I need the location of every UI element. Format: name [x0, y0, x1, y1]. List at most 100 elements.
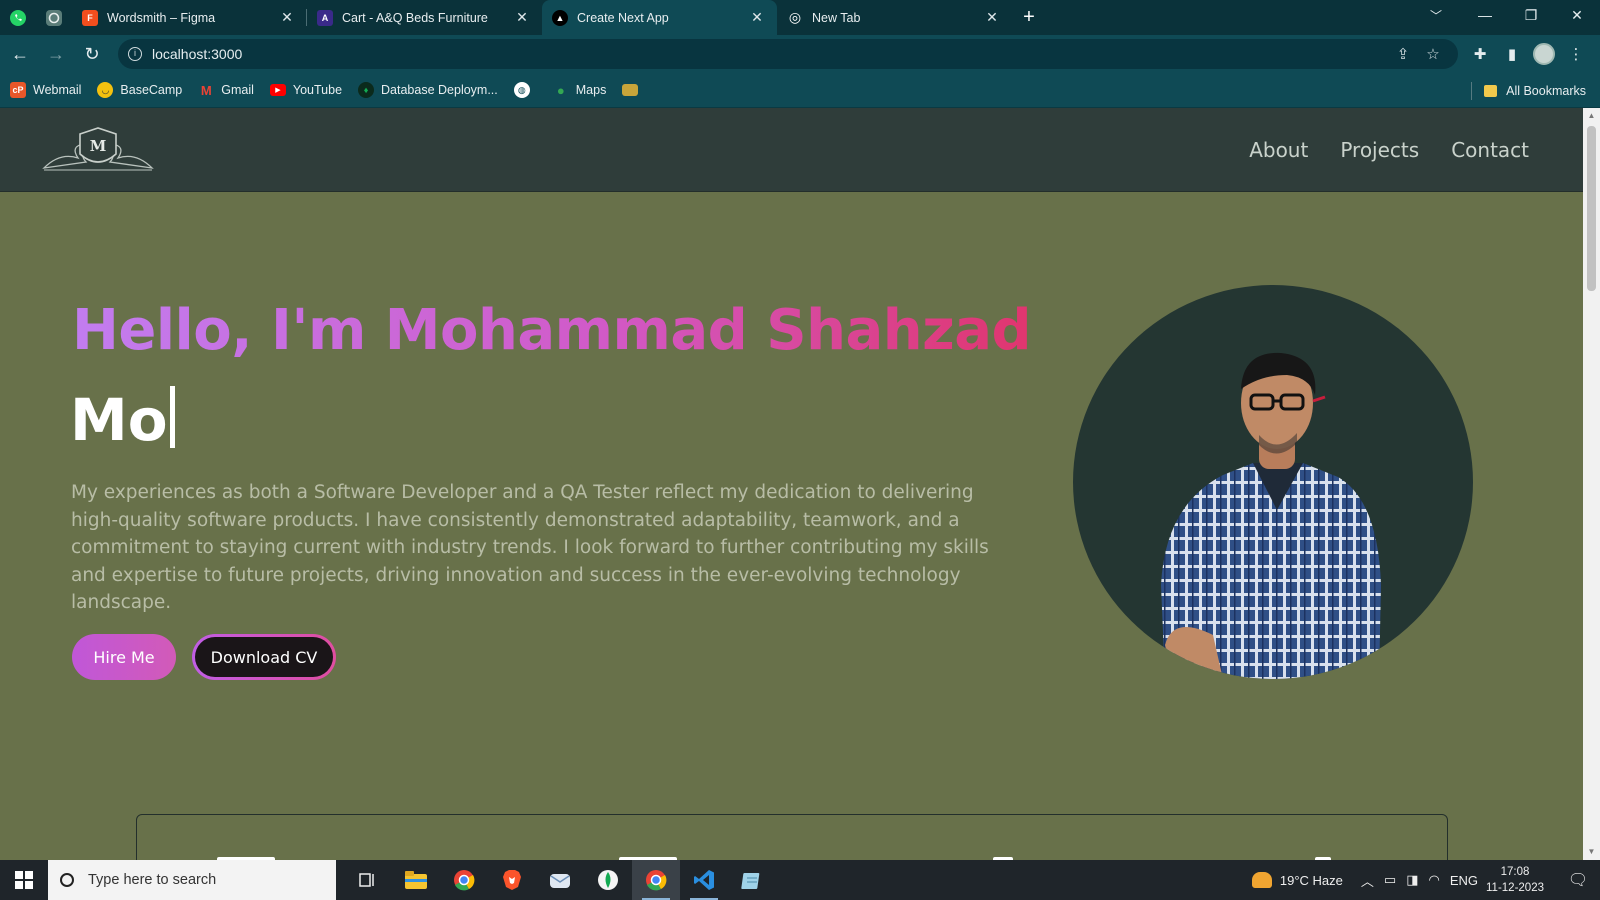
address-bar[interactable]: i localhost:3000 ⇪ ☆	[118, 39, 1458, 69]
scrollbar-thumb[interactable]	[1587, 126, 1596, 291]
tray-chevron-up-icon[interactable]: ︿	[1361, 871, 1374, 890]
page-viewport: M About Projects Contact Hello, I'm Moha…	[0, 108, 1583, 860]
meet-now-icon[interactable]: ◨	[1406, 872, 1418, 888]
close-icon[interactable]: ✕	[279, 9, 295, 26]
all-bookmarks[interactable]: All Bookmarks	[1471, 73, 1586, 108]
menu-kebab-icon[interactable]: ⋮	[1560, 38, 1592, 70]
bookmark-extra[interactable]	[622, 84, 645, 96]
bookmark-gmail[interactable]: M Gmail	[198, 82, 254, 98]
nav-projects[interactable]: Projects	[1340, 138, 1419, 162]
tab-cart[interactable]: A Cart - A&Q Beds Furniture ✕	[307, 0, 542, 35]
close-icon[interactable]: ✕	[749, 9, 765, 26]
mongodb-leaf-icon: ♦	[358, 82, 375, 98]
gmail-icon: M	[200, 82, 212, 98]
scroll-up-arrow-icon[interactable]: ▲	[1583, 108, 1600, 124]
nav-about[interactable]: About	[1249, 138, 1308, 162]
tab-create-next-app[interactable]: ▲ Create Next App ✕	[542, 0, 777, 35]
site-logo[interactable]: M	[40, 124, 156, 174]
share-icon[interactable]: ⇪	[1388, 45, 1418, 63]
weather-widget[interactable]: 19°C Haze	[1251, 872, 1343, 888]
bookmark-youtube[interactable]: ▶ YouTube	[269, 83, 342, 97]
task-view-icon[interactable]	[344, 860, 392, 900]
language-indicator[interactable]: ENG	[1450, 873, 1478, 888]
page-scrollbar[interactable]: ▲ ▼	[1583, 108, 1600, 860]
profile-avatar[interactable]	[1528, 38, 1560, 70]
mail-app-icon[interactable]	[536, 860, 584, 900]
bookmark-database-deployment[interactable]: ♦ Database Deploym...	[358, 82, 498, 98]
close-icon[interactable]: ✕	[514, 9, 530, 26]
webmail-icon: cP	[10, 82, 26, 98]
bookmark-star-icon[interactable]: ☆	[1418, 45, 1448, 63]
reload-icon[interactable]: ↻	[76, 38, 108, 70]
nextjs-icon: ▲	[552, 9, 568, 26]
bookmark-basecamp[interactable]: ◡ BaseCamp	[97, 82, 182, 98]
new-tab-button[interactable]: +	[1012, 0, 1046, 35]
brave-browser-icon[interactable]	[488, 860, 536, 900]
file-explorer-icon[interactable]	[392, 860, 440, 900]
tab-title: Cart - A&Q Beds Furniture	[342, 10, 488, 25]
tab-search-chevron-icon[interactable]: ﹀	[1416, 0, 1456, 30]
windows-taskbar: Type here to search 19°C Haze ︿ ▭ ◨ ◠ EN…	[0, 860, 1600, 900]
notepad-icon[interactable]	[728, 860, 776, 900]
download-cv-button[interactable]: Download CV	[192, 634, 336, 680]
bookmarks-bar: cP Webmail ◡ BaseCamp M Gmail ▶ YouTube …	[0, 73, 1600, 108]
haze-sun-icon	[1251, 872, 1272, 888]
figma-icon: F	[82, 9, 98, 26]
extensions-puzzle-icon[interactable]: ✚	[1464, 38, 1496, 70]
notifications-icon[interactable]: 🗨	[1556, 870, 1600, 890]
chrome-icon[interactable]	[440, 860, 488, 900]
folder-icon	[1484, 84, 1498, 97]
browser-toolbar: ← → ↻ i localhost:3000 ⇪ ☆ ✚ ▮ ⋮	[0, 35, 1600, 73]
monogram-crest-icon: M	[42, 127, 154, 171]
download-cv-label: Download CV	[195, 637, 333, 677]
taskbar-search-box[interactable]: Type here to search	[48, 860, 336, 900]
vscode-icon[interactable]	[680, 860, 728, 900]
basecamp-icon: ◡	[97, 82, 114, 98]
clock[interactable]: 17:08 11-12-2023	[1486, 864, 1544, 896]
forward-arrow-icon[interactable]: →	[40, 38, 72, 70]
clock-time: 17:08	[1500, 866, 1530, 878]
back-arrow-icon[interactable]: ←	[4, 38, 36, 70]
profile-photo	[1073, 285, 1473, 679]
minimize-icon[interactable]: —	[1462, 0, 1508, 30]
stats-card	[136, 814, 1448, 860]
tab-figma[interactable]: F Wordsmith – Figma ✕	[72, 0, 307, 35]
windows-start-icon[interactable]	[0, 860, 48, 900]
wifi-icon[interactable]: ◠	[1429, 872, 1440, 888]
bookmark-site-icon	[622, 84, 639, 96]
battery-icon[interactable]: ▭	[1384, 872, 1396, 888]
system-tray: 19°C Haze ︿ ▭ ◨ ◠ ENG 17:08 11-12-2023 🗨	[1251, 860, 1600, 900]
typing-caret	[169, 386, 175, 448]
mongodb-compass-icon[interactable]	[584, 860, 632, 900]
bookmark-webmail[interactable]: cP Webmail	[10, 82, 81, 98]
bookmark-globe[interactable]: ◍	[513, 82, 537, 98]
bookmark-maps[interactable]: ● Maps	[553, 82, 607, 98]
tab-new-tab[interactable]: ◎ New Tab ✕	[777, 0, 1012, 35]
globe-icon: ◍	[513, 82, 530, 98]
hero-greeting: Hello, I'm Mohammad Shahzad	[72, 298, 1032, 363]
window-close-icon[interactable]: ✕	[1554, 0, 1600, 30]
clock-date: 11-12-2023	[1486, 882, 1544, 894]
aq-beds-icon: A	[317, 9, 333, 26]
close-icon[interactable]: ✕	[984, 9, 1000, 26]
chrome-icon: ◎	[788, 9, 802, 25]
restore-icon[interactable]: ❐	[1508, 0, 1554, 30]
person-portrait-image	[1161, 352, 1381, 679]
tab-title: New Tab	[812, 10, 861, 25]
pinned-tab-whatsapp[interactable]	[0, 0, 36, 35]
tab-title: Create Next App	[577, 10, 669, 25]
maps-pin-icon: ●	[556, 82, 565, 98]
typed-text: Mo	[70, 386, 168, 454]
logo-letter: M	[90, 137, 107, 155]
pinned-tab-chatgpt[interactable]	[36, 0, 72, 35]
chrome-active-icon[interactable]	[632, 860, 680, 900]
side-panel-icon[interactable]: ▮	[1496, 38, 1528, 70]
site-info-icon[interactable]: i	[128, 47, 142, 61]
search-placeholder: Type here to search	[88, 872, 217, 888]
youtube-icon: ▶	[269, 84, 286, 96]
site-nav-links: About Projects Contact	[1249, 138, 1529, 162]
nav-contact[interactable]: Contact	[1451, 138, 1529, 162]
hire-me-button[interactable]: Hire Me	[72, 634, 176, 680]
scroll-down-arrow-icon[interactable]: ▼	[1583, 844, 1600, 860]
url-text[interactable]: localhost:3000	[152, 46, 1388, 62]
